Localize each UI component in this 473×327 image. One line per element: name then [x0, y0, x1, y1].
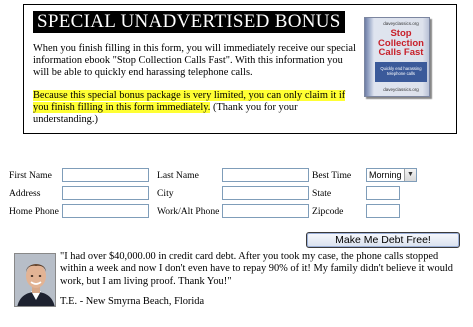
best-time-label: Best Time	[312, 170, 352, 181]
bonus-highlight: Because this special bonus package is ve…	[33, 89, 346, 113]
testimonial-author: T.E. - New Smyrna Beach, Florida	[60, 296, 205, 307]
home-phone-label: Home Phone	[9, 206, 59, 217]
first-name-input[interactable]	[62, 168, 149, 182]
last-name-input[interactable]	[222, 168, 309, 182]
city-input[interactable]	[222, 186, 309, 200]
testimonial-quote: "I had over $40,000.00 in credit card de…	[60, 251, 454, 287]
bonus-text: When you finish filling in this form, yo…	[33, 43, 358, 126]
last-name-label: Last Name	[157, 170, 199, 181]
submit-button[interactable]: Make Me Debt Free!	[306, 232, 460, 248]
ebook-subtitle: Quickly end harassing telephone calls	[375, 62, 427, 82]
state-input[interactable]	[366, 186, 400, 200]
work-phone-label: Work/Alt Phone	[157, 206, 220, 217]
address-input[interactable]	[62, 186, 149, 200]
zipcode-label: Zipcode	[312, 206, 344, 217]
ebook-cover-image: daveyclassics.org Stop Collection Calls …	[364, 17, 430, 97]
work-phone-input[interactable]	[222, 204, 309, 218]
state-label: State	[312, 188, 332, 199]
address-label: Address	[9, 188, 41, 199]
home-phone-input[interactable]	[62, 204, 149, 218]
bonus-paragraph-1: When you finish filling in this form, yo…	[33, 43, 356, 79]
best-time-select[interactable]: Morning ▼	[366, 168, 417, 182]
zipcode-input[interactable]	[366, 204, 400, 218]
bonus-box: SPECIAL UNADVERTISED BONUS When you fini…	[23, 4, 457, 134]
ebook-footer: daveyclassics.org	[383, 87, 419, 92]
bonus-paragraph-2: Because this special bonus package is ve…	[33, 89, 358, 127]
bonus-title: SPECIAL UNADVERTISED BONUS	[33, 11, 345, 33]
ebook-title: Stop Collection Calls Fast	[378, 28, 424, 58]
city-label: City	[157, 188, 174, 199]
first-name-label: First Name	[9, 170, 52, 181]
best-time-value: Morning	[369, 170, 402, 180]
testimonial-avatar	[14, 253, 56, 307]
person-photo-icon	[15, 254, 55, 306]
chevron-down-icon[interactable]: ▼	[404, 169, 416, 181]
ebook-publisher: daveyclassics.org	[383, 21, 419, 26]
